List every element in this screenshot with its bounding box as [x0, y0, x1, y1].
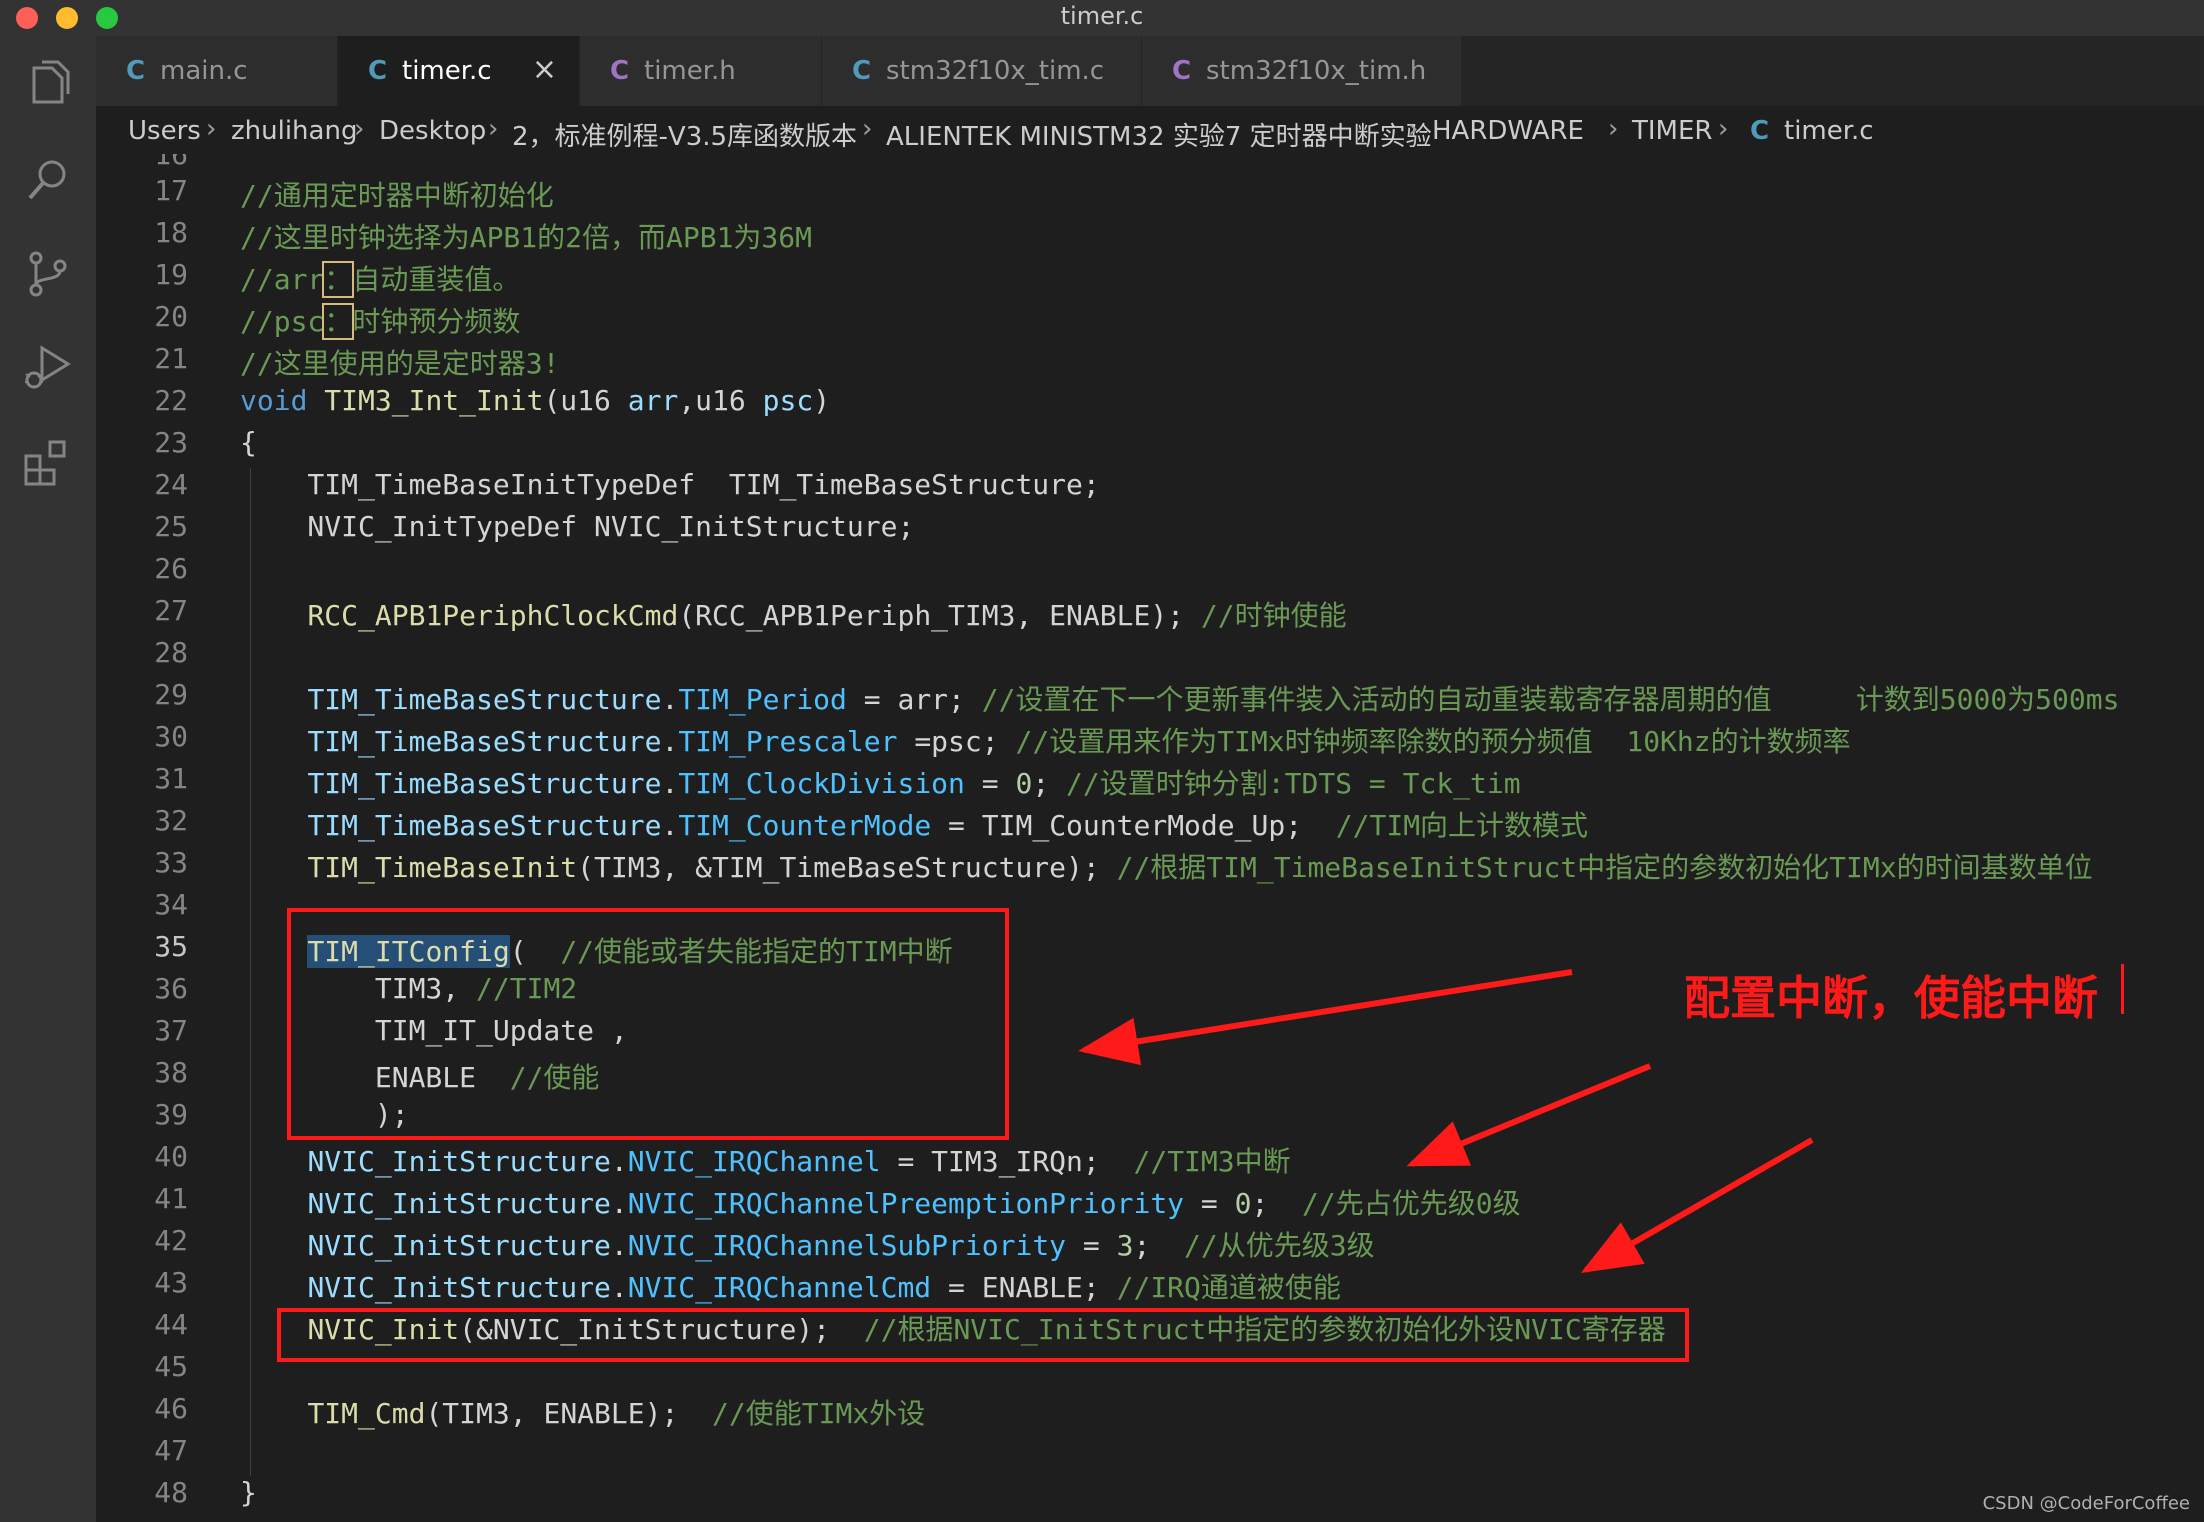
arrow-to-nvic-irqchannel: [1406, 1063, 1652, 1167]
watermark: CSDN @CodeForCoffee: [1982, 1493, 2190, 1514]
annotation-arrows: [1078, 969, 1814, 1273]
arrow-to-tim-itconfig: [1078, 969, 1573, 1066]
arrow-to-nvic-init: [1580, 1137, 1814, 1273]
